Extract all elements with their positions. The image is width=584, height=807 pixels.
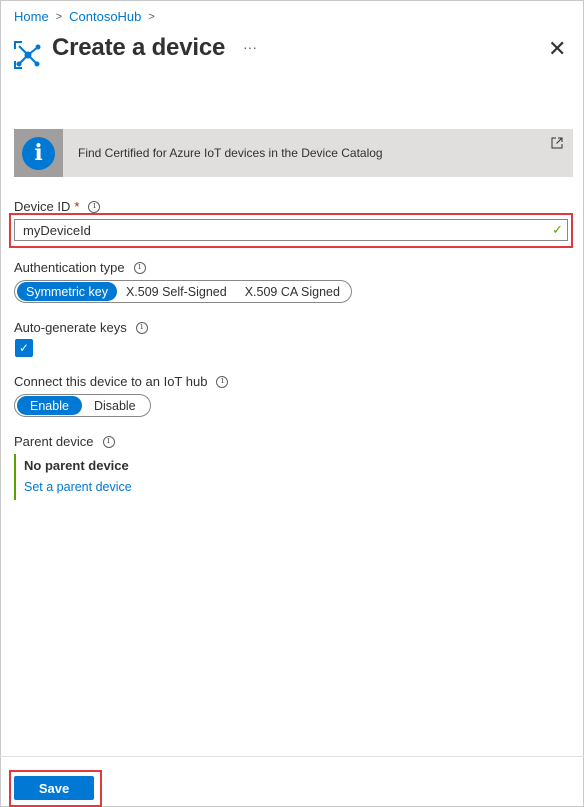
device-id-label-text: Device ID xyxy=(14,199,71,214)
connect-hub-label: Connect this device to an IoT hub i xyxy=(14,374,229,389)
auto-keys-label-text: Auto-generate keys xyxy=(14,320,127,335)
device-id-label: Device ID * i xyxy=(14,199,101,214)
chevron-right-icon: > xyxy=(55,10,63,23)
iot-device-icon xyxy=(14,41,41,69)
page-title: Create a device xyxy=(52,34,226,61)
footer-divider xyxy=(0,756,584,757)
checkmark-icon: ✓ xyxy=(18,341,30,355)
connect-option-disable[interactable]: Disable xyxy=(82,396,148,415)
banner-icon-area: i xyxy=(14,129,63,177)
device-id-value: myDeviceId xyxy=(23,222,91,238)
info-icon[interactable]: i xyxy=(133,261,146,274)
set-parent-device-link[interactable]: Set a parent device xyxy=(24,480,214,494)
parent-device-label-text: Parent device xyxy=(14,434,94,449)
breadcrumb-home[interactable]: Home xyxy=(14,9,49,24)
banner-text: Find Certified for Azure IoT devices in … xyxy=(78,146,383,160)
parent-device-value: No parent device xyxy=(24,458,129,473)
info-icon[interactable]: i xyxy=(102,435,115,448)
info-icon: i xyxy=(22,136,55,170)
auth-type-label: Authentication type i xyxy=(14,260,146,275)
breadcrumb-hub[interactable]: ContosoHub xyxy=(69,9,141,24)
info-icon[interactable]: i xyxy=(216,375,229,388)
device-catalog-banner[interactable]: i Find Certified for Azure IoT devices i… xyxy=(14,129,573,177)
auth-type-toggle: Symmetric key X.509 Self-Signed X.509 CA… xyxy=(14,280,352,303)
parent-device-section: No parent device Set a parent device xyxy=(14,454,214,500)
required-marker: * xyxy=(74,199,80,214)
parent-device-label: Parent device i xyxy=(14,434,115,449)
checkmark-icon: ✓ xyxy=(552,222,563,237)
device-id-input[interactable]: myDeviceId ✓ xyxy=(14,219,568,241)
more-options-icon[interactable]: ··· xyxy=(243,39,257,55)
info-icon[interactable]: i xyxy=(135,321,148,334)
auth-type-label-text: Authentication type xyxy=(14,260,125,275)
auto-keys-label: Auto-generate keys i xyxy=(14,320,148,335)
save-button[interactable]: Save xyxy=(14,776,94,800)
auth-option-x509-ca-signed[interactable]: X.509 CA Signed xyxy=(236,282,349,301)
connect-option-enable[interactable]: Enable xyxy=(17,396,82,415)
external-link-icon[interactable] xyxy=(551,137,563,149)
auth-option-symmetric-key[interactable]: Symmetric key xyxy=(17,282,117,301)
connect-hub-toggle: Enable Disable xyxy=(14,394,151,417)
auto-keys-checkbox[interactable]: ✓ xyxy=(15,339,33,357)
auth-option-x509-self-signed[interactable]: X.509 Self-Signed xyxy=(117,282,236,301)
info-icon[interactable]: i xyxy=(88,200,101,213)
close-icon[interactable]: ✕ xyxy=(548,38,566,60)
chevron-right-icon: > xyxy=(148,10,155,23)
breadcrumb: Home > ContosoHub > xyxy=(14,9,162,24)
connect-hub-label-text: Connect this device to an IoT hub xyxy=(14,374,208,389)
